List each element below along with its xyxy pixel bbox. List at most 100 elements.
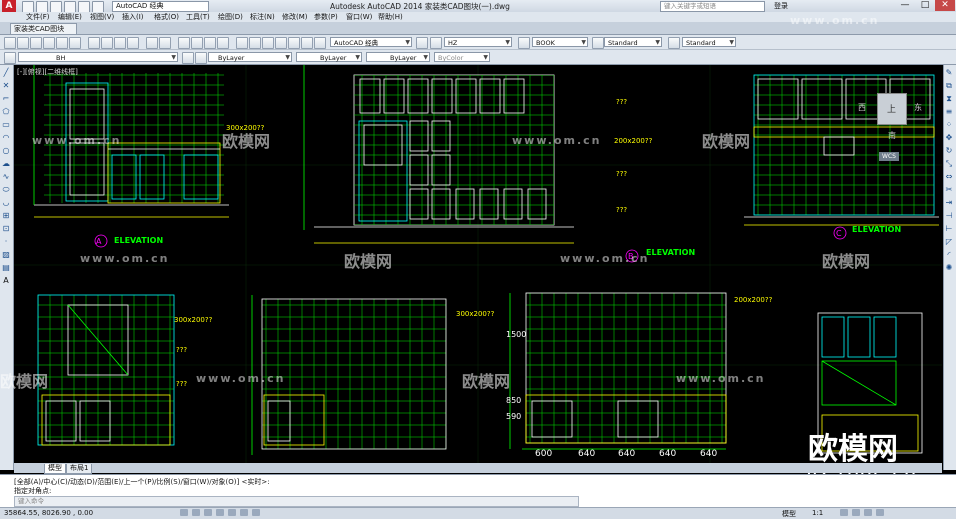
preview-icon[interactable]	[56, 37, 68, 49]
menu-tools[interactable]: 工具(T)	[186, 12, 210, 22]
join-icon[interactable]: ⊢	[944, 224, 954, 234]
zoom-previous-icon[interactable]	[217, 37, 229, 49]
chamfer-icon[interactable]: ◸	[944, 237, 954, 247]
workspace-settings-icon[interactable]	[416, 37, 428, 49]
menu-insert[interactable]: 插入(I)	[122, 12, 144, 22]
open-icon[interactable]	[17, 37, 29, 49]
menu-dimension[interactable]: 标注(N)	[250, 12, 275, 22]
help-icon[interactable]	[314, 37, 326, 49]
ellipse-arc-icon[interactable]: ◡	[1, 198, 11, 208]
spline-icon[interactable]: ∿	[1, 172, 11, 182]
plotstyle-combo[interactable]: ByColor ▼	[434, 52, 490, 62]
viewcube-west[interactable]: 西	[858, 102, 866, 113]
menu-view[interactable]: 视图(V)	[90, 12, 114, 22]
tab-model[interactable]: 模型	[44, 464, 66, 474]
ortho-toggle-icon[interactable]	[204, 509, 212, 516]
multileader-style-combo[interactable]: Standard ▼	[682, 37, 736, 47]
otrack-toggle-icon[interactable]	[240, 509, 248, 516]
tool-palettes-icon[interactable]	[262, 37, 274, 49]
trim-icon[interactable]: ✂	[944, 185, 954, 195]
color-combo[interactable]: ByLayer ▼	[208, 52, 292, 62]
arc-icon[interactable]: ◠	[1, 133, 11, 143]
tab-layout1[interactable]: 布局1	[66, 464, 93, 474]
lock-icon[interactable]	[852, 509, 860, 516]
move-icon[interactable]: ✥	[944, 133, 954, 143]
menu-help[interactable]: 帮助(H)	[378, 12, 403, 22]
linetype-combo[interactable]: ByLayer ▼	[296, 52, 362, 62]
zoom-window-icon[interactable]	[204, 37, 216, 49]
viewcube[interactable]: 上	[877, 93, 907, 125]
copy-icon[interactable]	[101, 37, 113, 49]
maximize-button[interactable]: □	[915, 0, 935, 11]
polygon-icon[interactable]: ⬠	[1, 107, 11, 117]
lineweight-toggle-icon[interactable]	[252, 509, 260, 516]
autocad-logo-icon[interactable]: A	[2, 0, 16, 12]
menu-edit[interactable]: 编辑(E)	[58, 12, 82, 22]
insert-block-icon[interactable]: ⊞	[1, 211, 11, 221]
osnap-toggle-icon[interactable]	[228, 509, 236, 516]
explode-icon[interactable]: ✺	[944, 263, 954, 273]
paste-icon[interactable]	[114, 37, 126, 49]
viewcube-top[interactable]: 上	[887, 102, 896, 115]
rectangle-icon[interactable]: ▭	[1, 120, 11, 130]
layer-manager-icon[interactable]	[4, 52, 16, 64]
ellipse-icon[interactable]: ⬭	[1, 185, 11, 195]
make-block-icon[interactable]: ⊡	[1, 224, 11, 234]
text-tool-icon[interactable]: A	[1, 276, 11, 286]
quickcalc-icon[interactable]	[301, 37, 313, 49]
hatch-icon[interactable]: ▨	[1, 250, 11, 260]
sheet-set-icon[interactable]	[275, 37, 287, 49]
document-tab[interactable]: 家装类CAD图块(一)	[10, 23, 77, 43]
array-icon[interactable]: ⁘	[944, 120, 954, 130]
workspace-dropdown[interactable]: AutoCAD 经典	[112, 1, 209, 12]
workspace-switch-icon[interactable]	[840, 509, 848, 516]
table-style-combo[interactable]: Standard ▼	[604, 37, 662, 47]
cut-icon[interactable]	[88, 37, 100, 49]
layer-combo[interactable]: BH ▼	[18, 52, 178, 62]
layer-previous-icon[interactable]	[195, 52, 207, 64]
undo-icon[interactable]	[146, 37, 158, 49]
stretch-icon[interactable]: ⇔	[944, 172, 954, 182]
mirror-icon[interactable]: ⧗	[944, 94, 954, 104]
text-style-combo[interactable]: HZ ▼	[444, 37, 512, 47]
close-button[interactable]: ✕	[935, 0, 955, 11]
menu-parametric[interactable]: 参数(P)	[314, 12, 338, 22]
viewcube-east[interactable]: 东	[914, 102, 922, 113]
copy-object-icon[interactable]: ⧉	[944, 81, 954, 91]
command-input[interactable]: 键入命令	[14, 496, 579, 507]
polar-toggle-icon[interactable]	[216, 509, 224, 516]
dim-style-icon[interactable]	[518, 37, 530, 49]
search-input[interactable]: 键入关键字或短语	[660, 1, 765, 12]
login-link[interactable]: 登录	[774, 1, 788, 11]
polyline-icon[interactable]: ⌐	[1, 94, 11, 104]
dim-style-combo[interactable]: BOOK ▼	[532, 37, 588, 47]
erase-icon[interactable]: ✎	[944, 68, 954, 78]
multileader-style-icon[interactable]	[668, 37, 680, 49]
lineweight-combo[interactable]: ByLayer ▼	[366, 52, 430, 62]
match-properties-icon[interactable]	[127, 37, 139, 49]
menu-format[interactable]: 格式(O)	[154, 12, 179, 22]
viewport-controls-label[interactable]: [-][俯视][二维线框]	[17, 67, 78, 77]
minimize-button[interactable]: —	[895, 0, 915, 11]
snap-toggle-icon[interactable]	[180, 509, 188, 516]
make-current-layer-icon[interactable]	[182, 52, 194, 64]
point-icon[interactable]: ·	[1, 237, 11, 247]
properties-icon[interactable]	[236, 37, 248, 49]
menu-draw[interactable]: 绘图(D)	[218, 12, 243, 22]
fillet-icon[interactable]: ◜	[944, 250, 954, 260]
line-tool-icon[interactable]: ╱	[1, 68, 11, 78]
offset-icon[interactable]: ≡	[944, 107, 954, 117]
revision-cloud-icon[interactable]: ☁	[1, 159, 11, 169]
coordinate-readout[interactable]: 35864.55, 8026.90 , 0.00	[4, 509, 93, 517]
save-icon[interactable]	[30, 37, 42, 49]
print-icon[interactable]	[43, 37, 55, 49]
wcs-menu[interactable]: WCS	[879, 152, 899, 161]
circle-icon[interactable]: ○	[1, 146, 11, 156]
construction-line-icon[interactable]: ✕	[1, 81, 11, 91]
gradient-icon[interactable]: ▤	[1, 263, 11, 273]
scale-icon[interactable]: ⤡	[944, 159, 954, 169]
workspace-combo[interactable]: AutoCAD 经典 ▼	[330, 37, 412, 47]
menu-window[interactable]: 窗口(W)	[346, 12, 372, 22]
pan-icon[interactable]	[178, 37, 190, 49]
break-icon[interactable]: ⊣	[944, 211, 954, 221]
